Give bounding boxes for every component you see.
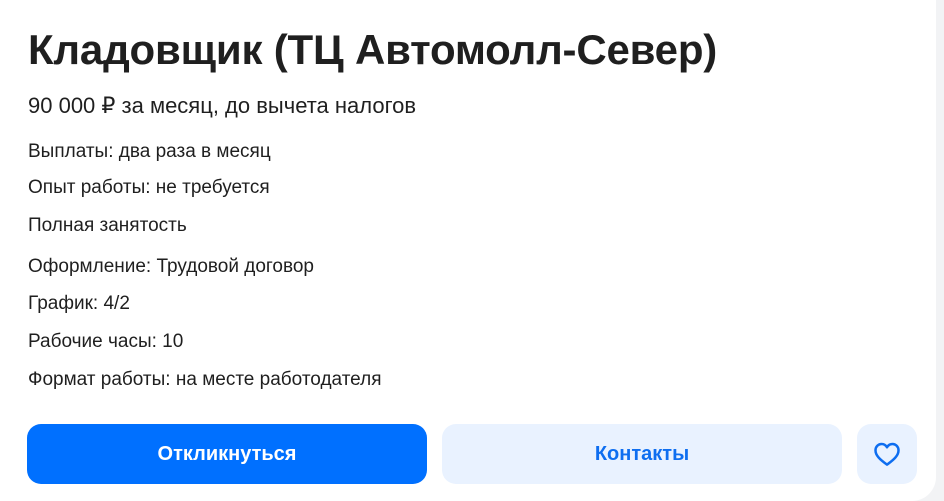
respond-button-label: Откликнуться (157, 442, 297, 465)
detail-schedule: График: 4/2 (28, 293, 130, 314)
contacts-button-label: Контакты (594, 442, 690, 465)
contacts-button[interactable]: Контакты (442, 424, 842, 484)
detail-work-format: Формат работы: на месте работодателя (28, 369, 382, 390)
vacancy-card: Кладовщик (ТЦ Автомолл-Север) 90 000 ₽ з… (0, 0, 936, 501)
heart-outline-icon (872, 439, 902, 469)
respond-button[interactable]: Откликнуться (27, 424, 427, 484)
detail-working-hours: Рабочие часы: 10 (28, 331, 184, 352)
detail-employment: Полная занятость (28, 215, 187, 236)
detail-experience: Опыт работы: не требуется (28, 177, 270, 198)
detail-payments: Выплаты: два раза в месяц (28, 141, 271, 162)
detail-contract: Оформление: Трудовой договор (28, 256, 314, 277)
vacancy-title: Кладовщик (ТЦ Автомолл-Север) (28, 26, 718, 73)
vacancy-salary: 90 000 ₽ за месяц, до вычета налогов (28, 93, 417, 118)
favorite-button[interactable] (857, 424, 917, 484)
